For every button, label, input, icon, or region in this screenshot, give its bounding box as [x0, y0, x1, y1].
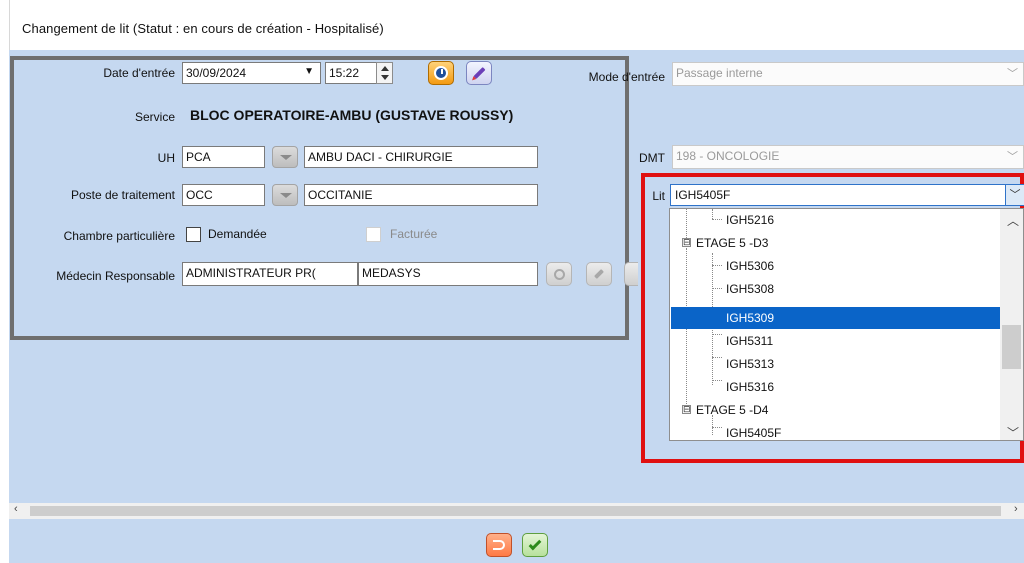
uh-name-value: AMBU DACI - CHIRURGIE — [308, 150, 453, 164]
tree-line — [712, 265, 722, 266]
medecin-label: Médecin Responsable — [56, 269, 175, 283]
dmt-select: 198 - ONCOLOGIE ﹀ — [672, 145, 1024, 169]
clock-icon — [434, 66, 448, 80]
uh-dropdown-button[interactable] — [272, 146, 298, 168]
check-icon — [528, 537, 542, 550]
medecin-name-input[interactable]: ADMINISTRATEUR PR( — [182, 262, 358, 286]
mode-select: Passage interne ﹀ — [672, 62, 1024, 86]
tree-item-igh5216[interactable]: IGH5216 — [726, 209, 774, 231]
lit-dropdown-button[interactable]: ﹀ — [1005, 185, 1024, 205]
chevron-down-icon: ﹀ — [1009, 189, 1021, 201]
uh-code-input[interactable]: PCA — [182, 146, 265, 168]
poste-code-value: OCC — [186, 188, 213, 202]
window-title: Changement de lit (Statut : en cours de … — [22, 21, 384, 36]
time-spinner[interactable] — [376, 62, 393, 84]
cancel-button[interactable] — [486, 533, 512, 557]
pencil-icon — [594, 269, 604, 279]
service-value: BLOC OPERATOIRE-AMBU (GUSTAVE ROUSSY) — [190, 107, 514, 123]
tree-line — [712, 427, 722, 428]
tree-item-igh5306[interactable]: IGH5306 — [726, 255, 774, 277]
search-icon — [553, 268, 565, 280]
lit-label: Lit — [652, 189, 665, 203]
tree-line — [712, 209, 713, 219]
facturee-checkbox — [366, 227, 381, 242]
search-medecin-button[interactable] — [546, 262, 572, 286]
horizontal-scroll-thumb[interactable] — [30, 506, 1001, 516]
uh-code-value: PCA — [186, 150, 211, 164]
pencil-icon — [472, 66, 486, 80]
uh-label: UH — [157, 151, 175, 165]
chambre-label: Chambre particulière — [63, 229, 175, 243]
tree-line — [712, 219, 722, 220]
tree-line — [712, 357, 722, 358]
lit-tree-list[interactable]: IGH5216 ⊟ ETAGE 5 -D3 IGH5306 IGH5308 IG… — [669, 208, 1024, 441]
date-input[interactable]: 30/09/2024 ▼ — [182, 62, 321, 84]
time-input[interactable]: 15:22 — [325, 62, 377, 84]
chevron-down-icon: ﹀ — [1007, 151, 1018, 163]
facturee-label: Facturée — [390, 227, 438, 241]
date-value: 30/09/2024 — [186, 66, 247, 80]
tree-item-igh5311[interactable]: IGH5311 — [726, 330, 773, 352]
tree-item-igh5316[interactable]: IGH5316 — [726, 376, 774, 398]
medecin-name-value: ADMINISTRATEUR PR( — [186, 266, 316, 280]
selected-row-highlight — [671, 307, 1003, 329]
mode-value: Passage interne — [676, 66, 763, 80]
left-margin — [0, 0, 9, 563]
tree-line — [712, 334, 722, 335]
edit-date-button[interactable] — [466, 61, 492, 85]
tree-item-igh5405f[interactable]: IGH5405F — [726, 422, 781, 440]
time-value: 15:22 — [329, 66, 360, 80]
spin-down-icon[interactable] — [381, 75, 389, 80]
demandee-checkbox[interactable] — [186, 227, 201, 242]
tree-line — [712, 288, 722, 289]
scroll-down-icon[interactable]: ﹀ — [1007, 424, 1019, 441]
tree-scroll-thumb[interactable] — [1002, 325, 1021, 369]
dmt-label: DMT — [639, 151, 665, 165]
lit-select[interactable]: IGH5405F — [670, 184, 1024, 206]
dmt-value: 198 - ONCOLOGIE — [676, 149, 780, 163]
spin-up-icon[interactable] — [381, 66, 389, 71]
poste-dropdown-button[interactable] — [272, 184, 298, 206]
collapse-icon[interactable]: ⊟ — [682, 238, 691, 247]
service-label: Service — [134, 110, 175, 124]
collapse-icon[interactable]: ⊟ — [682, 405, 691, 414]
date-dropdown-icon[interactable]: ▼ — [304, 66, 314, 77]
date-label: Date d'entrée — [103, 66, 175, 80]
clear-medecin-button — [624, 262, 638, 286]
edit-medecin-button — [586, 262, 612, 286]
poste-code-input[interactable]: OCC — [182, 184, 265, 206]
medecin-org-value: MEDASYS — [362, 266, 421, 280]
mode-label: Mode d'entrée — [588, 70, 665, 84]
tree-item-igh5313[interactable]: IGH5313 — [726, 353, 774, 375]
scroll-up-icon[interactable]: ︿ — [1007, 212, 1019, 229]
lit-value: IGH5405F — [675, 188, 731, 202]
demandee-label: Demandée — [208, 227, 267, 241]
tree-item-igh5309[interactable]: IGH5309 — [726, 307, 774, 329]
tree-line — [712, 380, 722, 381]
tree-group-etage5-d3[interactable]: ETAGE 5 -D3 — [696, 232, 768, 254]
poste-name-value: OCCITANIE — [308, 188, 373, 202]
validate-button[interactable] — [522, 533, 548, 557]
scroll-left-icon[interactable]: ‹ — [14, 503, 18, 515]
medecin-org-input[interactable]: MEDASYS — [358, 262, 538, 286]
title-bar: Changement de lit (Statut : en cours de … — [9, 0, 1024, 50]
poste-name-input[interactable]: OCCITANIE — [304, 184, 538, 206]
tree-group-etage5-d4[interactable]: ETAGE 5 -D4 — [696, 399, 768, 421]
bottom-action-bar — [9, 519, 1024, 563]
uh-name-input[interactable]: AMBU DACI - CHIRURGIE — [304, 146, 538, 168]
scroll-right-icon[interactable]: › — [1014, 503, 1018, 515]
clock-button[interactable] — [428, 61, 454, 85]
poste-label: Poste de traitement — [70, 188, 175, 202]
undo-icon — [493, 540, 505, 550]
chevron-down-icon: ﹀ — [1007, 68, 1018, 80]
tree-item-igh5308[interactable]: IGH5308 — [726, 278, 774, 300]
